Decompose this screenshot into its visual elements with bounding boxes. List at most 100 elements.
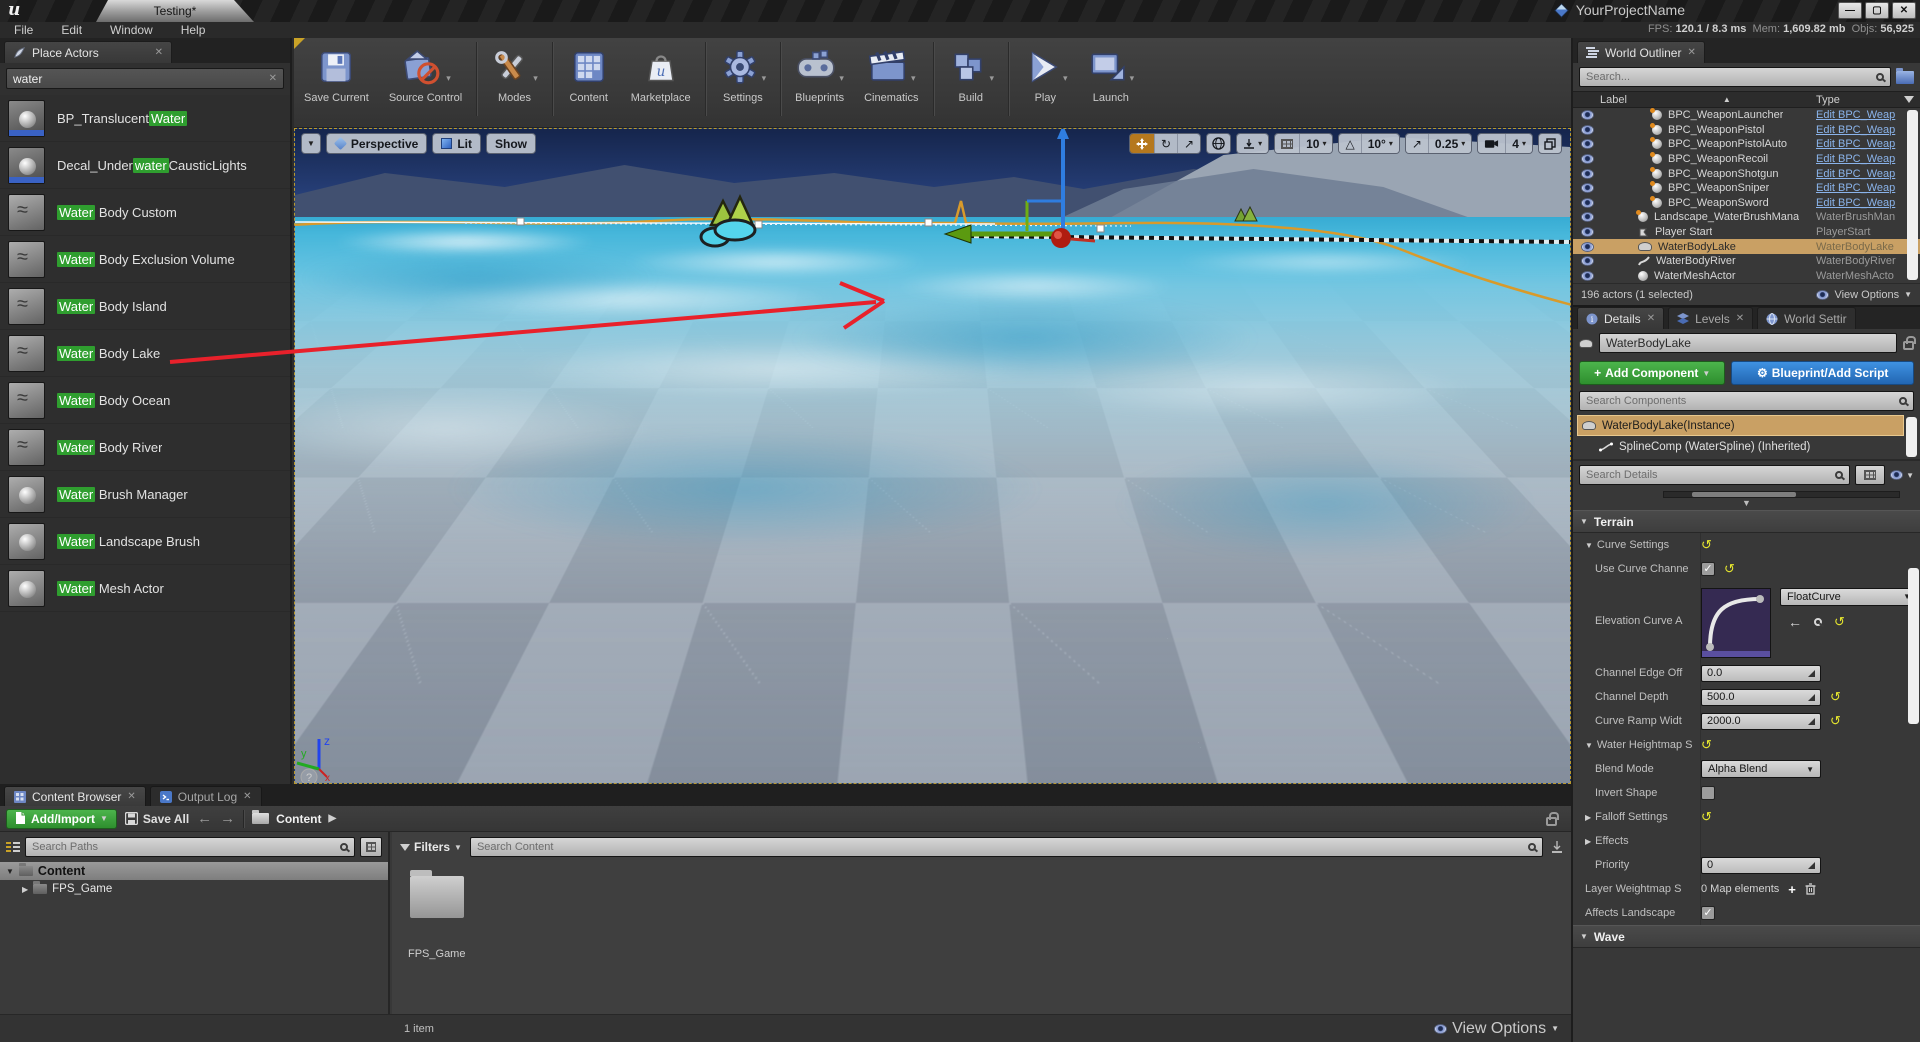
move-tool-button[interactable] bbox=[1130, 134, 1155, 153]
reset-icon[interactable]: ↺ bbox=[1724, 564, 1735, 574]
outliner-row[interactable]: Player StartPlayerStart bbox=[1573, 225, 1920, 240]
blend-mode-dropdown[interactable]: Alpha Blend▼ bbox=[1701, 760, 1821, 778]
perspective-button[interactable]: Perspective bbox=[326, 133, 427, 154]
show-button[interactable]: Show bbox=[486, 133, 536, 154]
lit-button[interactable]: Lit bbox=[432, 133, 481, 154]
visibility-eye-icon[interactable] bbox=[1581, 271, 1594, 281]
outliner-row[interactable]: Landscape_WaterBrushManaWaterBrushMan bbox=[1573, 210, 1920, 225]
scale-snap-value[interactable]: 0.25▾ bbox=[1429, 134, 1471, 153]
tab-details[interactable]: iDetails✕ bbox=[1577, 307, 1664, 329]
tree-item-content[interactable]: ▼ Content bbox=[0, 862, 388, 880]
field-expander-icon[interactable] bbox=[1808, 718, 1815, 725]
rotation-snap-toggle[interactable]: △ bbox=[1339, 134, 1361, 153]
edit-blueprint-link[interactable]: Edit BPC_Weap bbox=[1816, 168, 1908, 180]
channel-edge-offset-field[interactable]: 0.0 bbox=[1701, 665, 1821, 682]
restore-button[interactable]: ▢ bbox=[1865, 2, 1889, 19]
modes-button[interactable]: ▾ Modes bbox=[481, 38, 548, 104]
priority-field[interactable]: 0 bbox=[1701, 857, 1821, 874]
channel-depth-field[interactable]: 500.0 bbox=[1701, 689, 1821, 706]
reset-icon[interactable]: ↺ bbox=[1701, 740, 1712, 750]
grid-snap-toggle[interactable] bbox=[1275, 134, 1300, 153]
menu-help[interactable]: Help bbox=[167, 23, 220, 37]
camera-speed-value[interactable]: 4▾ bbox=[1506, 134, 1532, 153]
reset-icon[interactable]: ↺ bbox=[1834, 617, 1845, 627]
close-icon[interactable]: ✕ bbox=[243, 791, 251, 802]
field-expander-icon[interactable] bbox=[1808, 862, 1815, 869]
components-scrollbar[interactable] bbox=[1906, 417, 1917, 457]
create-folder-icon[interactable] bbox=[1896, 71, 1914, 84]
build-button[interactable]: ▾ Build bbox=[938, 38, 1005, 104]
rotate-tool-button[interactable]: ↻ bbox=[1155, 134, 1178, 153]
outliner-column-header[interactable]: Label ▲ Type bbox=[1573, 91, 1920, 108]
add-import-button[interactable]: Add/Import▼ bbox=[6, 809, 117, 829]
content-view-options[interactable]: View Options▼ bbox=[1434, 1020, 1559, 1038]
scale-snap-toggle[interactable]: ↗ bbox=[1406, 134, 1429, 153]
filters-button[interactable]: Filters▼ bbox=[400, 840, 462, 854]
edit-blueprint-link[interactable]: Edit BPC_Weap bbox=[1816, 109, 1908, 121]
surface-snap-button[interactable]: ▾ bbox=[1237, 134, 1268, 153]
close-icon[interactable]: ✕ bbox=[1647, 313, 1655, 324]
list-item[interactable]: Water Body Ocean bbox=[0, 377, 290, 424]
outliner-scrollbar[interactable] bbox=[1907, 110, 1918, 280]
field-expander-icon[interactable] bbox=[1808, 670, 1815, 677]
tab-world-outliner[interactable]: World Outliner✕ bbox=[1577, 41, 1705, 63]
close-icon[interactable]: ✕ bbox=[1736, 313, 1744, 324]
invert-shape-checkbox[interactable] bbox=[1701, 786, 1715, 800]
save-all-button[interactable]: Save All bbox=[125, 812, 189, 826]
curve-ramp-width-field[interactable]: 2000.0 bbox=[1701, 713, 1821, 730]
edit-blueprint-link[interactable]: Edit BPC_Weap bbox=[1816, 182, 1908, 194]
asset-tile-fps-game[interactable]: FPS_Game bbox=[392, 862, 465, 960]
grid-snap-value[interactable]: 10▾ bbox=[1300, 134, 1332, 153]
details-expander-icon[interactable]: ▼ bbox=[1573, 498, 1920, 510]
visibility-eye-icon[interactable] bbox=[1581, 139, 1594, 149]
curve-asset-dropdown[interactable]: FloatCurve▼ bbox=[1780, 588, 1918, 606]
outliner-row-selected[interactable]: WaterBodyLakeWaterBodyLake bbox=[1573, 239, 1920, 254]
camera-speed-button[interactable] bbox=[1478, 134, 1506, 153]
reset-icon[interactable]: ↺ bbox=[1830, 692, 1841, 702]
tab-world-settings[interactable]: World Settir bbox=[1757, 307, 1855, 329]
lock-icon[interactable] bbox=[1903, 341, 1914, 350]
outliner-row[interactable]: BPC_WeaponSwordEdit BPC_Weap bbox=[1573, 196, 1920, 211]
filter-funnel-icon[interactable] bbox=[1904, 96, 1914, 103]
forward-icon[interactable]: → bbox=[220, 810, 235, 827]
paths-view-button[interactable] bbox=[360, 837, 382, 857]
content-button[interactable]: Content bbox=[557, 38, 621, 104]
add-element-icon[interactable]: + bbox=[1788, 882, 1796, 897]
place-actors-search-input[interactable] bbox=[7, 72, 269, 86]
menu-edit[interactable]: Edit bbox=[47, 23, 96, 37]
close-icon[interactable]: ✕ bbox=[155, 47, 163, 58]
details-horizontal-scrollbar[interactable] bbox=[1663, 491, 1900, 498]
actor-name-input[interactable] bbox=[1606, 336, 1890, 350]
property-matrix-button[interactable] bbox=[1855, 465, 1885, 485]
reset-icon[interactable]: ↺ bbox=[1701, 812, 1712, 822]
outliner-row[interactable]: WaterMeshActorWaterMeshActo bbox=[1573, 269, 1920, 284]
list-item[interactable]: Water Body Island bbox=[0, 283, 290, 330]
reset-icon[interactable]: ↺ bbox=[1701, 540, 1712, 550]
search-paths-input[interactable] bbox=[32, 841, 340, 853]
visibility-eye-icon[interactable] bbox=[1581, 110, 1594, 120]
search-details-input[interactable] bbox=[1586, 469, 1835, 481]
outliner-search-input[interactable] bbox=[1586, 71, 1876, 83]
field-expander-icon[interactable] bbox=[1808, 694, 1815, 701]
add-component-button[interactable]: +Add Component▼ bbox=[1579, 361, 1725, 385]
list-item[interactable]: Water Brush Manager bbox=[0, 471, 290, 518]
tab-content-browser[interactable]: Content Browser✕ bbox=[4, 786, 146, 806]
menu-file[interactable]: File bbox=[0, 23, 47, 37]
maximize-viewport-button[interactable] bbox=[1538, 133, 1562, 154]
reset-icon[interactable]: ↺ bbox=[1830, 716, 1841, 726]
marketplace-button[interactable]: u Marketplace bbox=[621, 38, 701, 104]
edit-blueprint-link[interactable]: Edit BPC_Weap bbox=[1816, 124, 1908, 136]
list-item[interactable]: BP_TranslucentWater bbox=[0, 95, 290, 142]
sources-toggle-icon[interactable] bbox=[6, 841, 20, 853]
tab-output-log[interactable]: Output Log✕ bbox=[150, 786, 262, 806]
minimize-button[interactable]: — bbox=[1838, 2, 1862, 19]
visibility-eye-icon[interactable] bbox=[1581, 227, 1594, 237]
world-local-toggle[interactable] bbox=[1206, 133, 1231, 154]
trash-icon[interactable] bbox=[1805, 883, 1816, 895]
list-item[interactable]: Water Landscape Brush bbox=[0, 518, 290, 565]
component-row-selected[interactable]: WaterBodyLake(Instance) bbox=[1577, 415, 1904, 436]
list-item[interactable]: Water Mesh Actor bbox=[0, 565, 290, 612]
list-item[interactable]: Water Body Custom bbox=[0, 189, 290, 236]
launch-button[interactable]: ▾ Launch bbox=[1078, 38, 1145, 104]
use-curve-channel-checkbox[interactable]: ✓ bbox=[1701, 562, 1715, 576]
